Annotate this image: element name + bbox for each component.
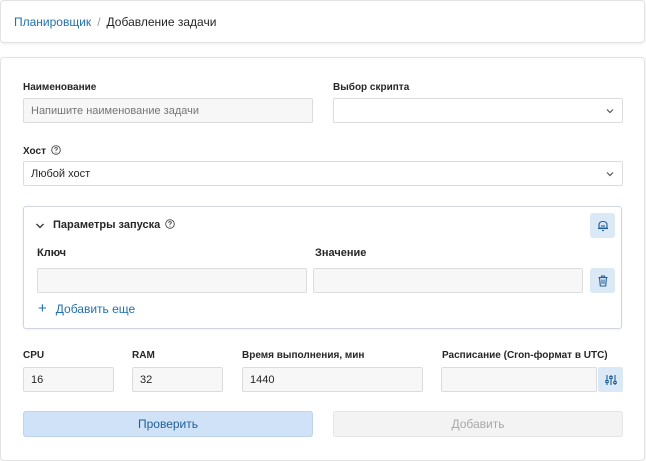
add-button[interactable]: Добавить (333, 411, 623, 437)
duration-input[interactable] (242, 367, 423, 392)
name-label: Наименование (23, 82, 97, 93)
key-column-header: Ключ (37, 247, 67, 259)
host-select[interactable]: Любой хост (23, 161, 623, 186)
launch-params-title-row: Параметры запуска (53, 219, 176, 231)
add-more-label: Добавить еще (55, 302, 136, 316)
name-input[interactable] (23, 98, 313, 123)
breadcrumb-separator: / (97, 15, 101, 29)
add-more-link[interactable]: + Добавить еще (38, 300, 136, 317)
host-select-value: Любой хост (31, 167, 91, 180)
check-button[interactable]: Проверить (23, 411, 313, 437)
collapse-params-button[interactable] (590, 213, 615, 238)
host-label: Хост (23, 146, 46, 157)
help-icon[interactable] (165, 219, 176, 229)
host-label-row: Хост (23, 145, 61, 157)
sliders-icon (604, 374, 617, 385)
schedule-input[interactable] (441, 367, 597, 392)
ram-input[interactable] (132, 367, 223, 392)
cpu-input[interactable] (23, 367, 114, 392)
schedule-label: Расписание (Cron-формат в UTC) (442, 350, 608, 361)
script-label: Выбор скрипта (333, 82, 410, 93)
ram-label: RAM (132, 350, 155, 361)
plus-icon: + (38, 300, 47, 317)
breadcrumb-current: Добавление задачи (106, 15, 217, 29)
help-icon[interactable] (51, 145, 61, 155)
delete-param-button[interactable] (590, 268, 615, 293)
param-value-input[interactable] (313, 268, 583, 293)
chevron-down-icon (606, 109, 614, 114)
chevron-down-icon[interactable] (35, 221, 45, 231)
launch-params-title: Параметры запуска (53, 219, 161, 231)
value-column-header: Значение (315, 247, 367, 259)
schedule-builder-button[interactable] (598, 367, 623, 392)
breadcrumb: Планировщик / Добавление задачи (14, 15, 216, 29)
breadcrumb-link-scheduler[interactable]: Планировщик (14, 15, 91, 29)
breadcrumb-bar: Планировщик / Добавление задачи (0, 0, 645, 43)
duration-label: Время выполнения, мин (242, 350, 365, 361)
trash-icon (598, 274, 607, 287)
chevron-down-icon (606, 172, 614, 177)
bell-icon (597, 220, 608, 231)
script-select[interactable] (333, 98, 623, 123)
param-key-input[interactable] (37, 268, 307, 293)
cpu-label: CPU (23, 350, 45, 361)
